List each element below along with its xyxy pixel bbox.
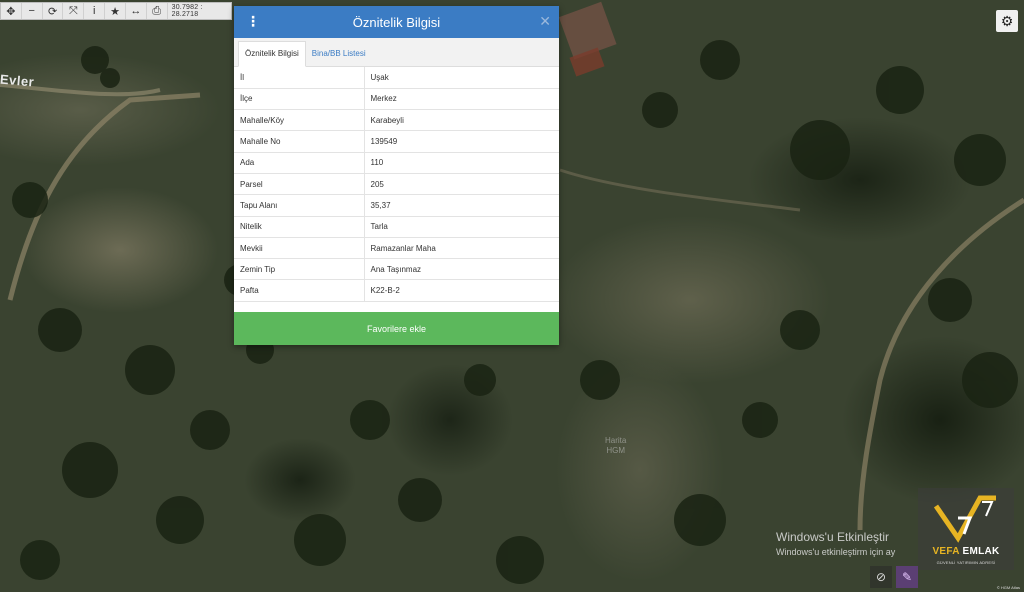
row-value: Merkez <box>364 88 559 111</box>
logo-mark-icon <box>933 495 996 543</box>
table-row: Zemin Tip Ana Taşınmaz <box>234 258 559 281</box>
logo-tagline: GÜVENLİ YATIRIMIN ADRESİ <box>936 560 996 565</box>
row-key: Mahalle No <box>234 130 365 153</box>
attribute-table: İl Uşak İlçe Merkez Mahalle/Köy Karabeyli M… <box>234 67 559 302</box>
close-icon[interactable]: ✕ <box>539 13 551 30</box>
table-row: İl Uşak <box>234 67 559 89</box>
row-key: Mevkii <box>234 237 365 260</box>
activation-subtitle: Windows'u etkinleştirm için ay <box>776 547 896 557</box>
map-toolbar: ✥ − ⟳ ⤧ i ★ ↔ ⎙ 30.7982 : 28.2718 <box>0 2 232 20</box>
dialog-header: ⋮ Öznitelik Bilgisi ✕ <box>234 6 559 38</box>
row-value: 139549 <box>364 130 559 153</box>
pan-icon[interactable]: ✥ <box>1 3 22 19</box>
row-value: 35,37 <box>364 194 559 217</box>
activation-title: Windows'u Etkinleştir <box>776 530 889 544</box>
row-value: 205 <box>364 173 559 196</box>
windows-activation-watermark: Windows'u Etkinleştir Windows'u etkinleş… <box>776 530 895 557</box>
logo-brand-part: VEFA <box>932 546 960 557</box>
map-watermark-line: Harita <box>605 436 627 445</box>
layer-visibility-icon[interactable]: ⊘ <box>870 566 892 588</box>
add-to-favorites-button[interactable]: Favorilere ekle <box>234 312 559 345</box>
row-key: İlçe <box>234 88 365 111</box>
row-value: Tarla <box>364 216 559 238</box>
logo-brand: VEFA EMLAK <box>920 546 1012 557</box>
row-key: İl <box>234 67 365 89</box>
row-key: Parsel <box>234 173 365 196</box>
tab-building-list[interactable]: Bina/BB Listesi <box>306 42 372 66</box>
map-attribution: © HGM Atlas <box>996 585 1020 590</box>
row-key: Ada <box>234 152 365 174</box>
row-value: Karabeyli <box>364 109 559 132</box>
tab-attribute-info[interactable]: Öznitelik Bilgisi <box>238 41 306 67</box>
row-value: Ana Taşınmaz <box>364 258 559 281</box>
row-key: Mahalle/Köy <box>234 109 365 132</box>
table-row: Mahalle/Köy Karabeyli <box>234 109 559 132</box>
favorite-icon[interactable]: ★ <box>105 3 126 19</box>
map-watermark-line: HGM <box>606 446 625 455</box>
row-value: K22-B-2 <box>364 279 559 302</box>
settings-gear-icon[interactable]: ⚙ <box>996 10 1018 32</box>
table-row: Nitelik Tarla <box>234 216 559 238</box>
zoom-out-icon[interactable]: − <box>22 3 43 19</box>
coordinate-readout: 30.7982 : 28.2718 <box>171 4 203 18</box>
row-key: Tapu Alanı <box>234 194 365 217</box>
row-key: Nitelik <box>234 216 365 238</box>
table-row: Mevkii Ramazanlar Maha <box>234 237 559 260</box>
row-value: Ramazanlar Maha <box>364 237 559 260</box>
refresh-icon[interactable]: ⟳ <box>43 3 64 19</box>
table-row: Ada 110 <box>234 152 559 174</box>
map-source-watermark: Harita HGM <box>605 436 626 456</box>
measure-icon[interactable]: ↔ <box>126 3 147 19</box>
dialog-tabs: Öznitelik Bilgisi Bina/BB Listesi <box>234 38 559 67</box>
row-value: 110 <box>364 152 559 174</box>
logo-brand-part: EMLAK <box>962 546 1000 557</box>
dialog-title: Öznitelik Bilgisi <box>352 14 441 30</box>
info-icon[interactable]: i <box>84 3 106 19</box>
vefa-emlak-logo: VEFA EMLAK GÜVENLİ YATIRIMIN ADRESİ <box>918 488 1014 570</box>
table-row: Mahalle No 139549 <box>234 130 559 153</box>
map-place-label: Evler <box>0 71 35 90</box>
print-icon[interactable]: ⎙ <box>147 3 168 19</box>
table-row: Tapu Alanı 35,37 <box>234 194 559 217</box>
draw-pen-icon[interactable]: ✎ <box>896 566 918 588</box>
table-row: İlçe Merkez <box>234 88 559 111</box>
full-extent-icon[interactable]: ⤧ <box>63 3 85 19</box>
menu-dots-icon[interactable]: ⋮ <box>246 14 260 28</box>
row-value: Uşak <box>364 67 559 89</box>
row-key: Pafta <box>234 279 365 302</box>
attribute-info-dialog: ⋮ Öznitelik Bilgisi ✕ Öznitelik Bilgisi … <box>234 6 559 345</box>
row-key: Zemin Tip <box>234 258 365 281</box>
table-row: Parsel 205 <box>234 173 559 196</box>
table-row: Pafta K22-B-2 <box>234 279 559 302</box>
